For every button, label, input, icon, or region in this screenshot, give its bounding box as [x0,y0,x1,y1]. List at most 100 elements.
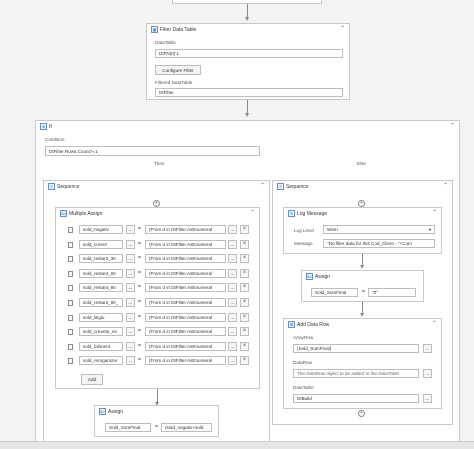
equals-sign: = [155,424,158,430]
assign-value-input[interactable]: (From d in DtFilter.AsEnumeral [145,225,226,234]
assign-to-more-button[interactable]: ... [126,240,135,249]
assign-value-input[interactable]: (From d in DtFilter.AsEnumeral [145,283,226,292]
row-grip-icon[interactable] [68,227,73,233]
row-grip-icon[interactable] [68,285,73,291]
assign-row: sold_reorganizar... = (From d in DtFilter.… [56,356,261,366]
assign-to-input[interactable]: sold_restant_90_ [79,298,123,307]
assign-value-input[interactable]: (From d in DtFilter.AsEnumeral [145,240,226,249]
assign-to-more-button[interactable]: ... [126,342,135,351]
datarow-input[interactable]: The DataRow object to be added to the Da… [293,369,419,378]
assign-to-more-button[interactable]: ... [126,298,135,307]
collapse-chevron-icon[interactable]: ⌃ [340,26,345,32]
assign-to-more-button[interactable]: ... [126,283,135,292]
horizontal-scrollbar[interactable] [0,441,474,449]
assign-value-input[interactable]: (From d in DtFilter.AsEnumeral [145,269,226,278]
assign-value-input[interactable]: (From d in DtFilter.AsEnumeral [145,327,226,336]
row-grip-icon[interactable] [68,242,73,248]
row-grip-icon[interactable] [68,344,73,350]
assign-value-more-button[interactable]: ... [228,298,237,307]
assign-to-more-button[interactable]: ... [126,356,135,365]
filter-data-table-activity[interactable]: ▦ Filter Data Table ⌃ DataTable DtFN(0)'… [146,23,350,100]
delete-row-icon[interactable]: × [240,356,249,365]
delete-row-icon[interactable]: × [240,254,249,263]
add-activity-icon[interactable]: + [358,410,365,417]
collapse-chevron-icon[interactable]: ⌃ [450,123,455,129]
assign-to-more-button[interactable]: ... [126,254,135,263]
add-row-button[interactable]: Add [81,374,103,385]
collapse-chevron-icon[interactable]: ⌃ [443,183,448,189]
then-assign-to[interactable]: Sold_SumFinal [105,423,151,432]
assign-to-input[interactable]: sold_reorganizar [79,356,123,365]
multiple-assign-activity[interactable]: A= Multiple Assign ⌃ sold_negativ... = (Fr… [55,207,260,389]
assign-to-input[interactable]: sold_litigiu [79,313,123,322]
log-level-select[interactable]: Warn ▼ [323,225,435,234]
assign-to-input[interactable]: sold_restant_90 [79,283,123,292]
sequence-icon: ≡ [48,183,55,190]
arrayrow-input[interactable]: {Sold_SumFinal} [293,344,419,353]
assign-value-more-button[interactable]: ... [228,225,237,234]
assign-to-input[interactable]: sold_negativ [79,225,123,234]
assign-to-more-button[interactable]: ... [126,269,135,278]
else-assign-value[interactable]: "0" [368,288,416,297]
log-message-activity[interactable]: ✎ Log Message ⌃ Log Level Warn ▼ Message… [283,207,442,254]
delete-row-icon[interactable]: × [240,342,249,351]
assign-to-more-button[interactable]: ... [126,313,135,322]
datatable-more-button[interactable]: … [423,394,432,403]
delete-row-icon[interactable]: × [240,327,249,336]
collapse-chevron-icon[interactable]: ⌃ [432,321,437,327]
assign-to-input[interactable]: sold_faliment [79,342,123,351]
assign-to-more-button[interactable]: ... [126,327,135,336]
datatable-input[interactable]: DtFN(0)'1 [155,49,343,58]
else-assign-activity[interactable]: A= Assign Sold_SumFinal = "0" [301,270,424,302]
delete-row-icon[interactable]: × [240,283,249,292]
assign-value-more-button[interactable]: ... [228,240,237,249]
datatable-input[interactable]: DtBuild [293,394,419,403]
else-assign-to[interactable]: Sold_SumFinal [311,288,358,297]
row-grip-icon[interactable] [68,256,73,262]
assign-value-more-button[interactable]: ... [228,327,237,336]
assign-value-more-button[interactable]: ... [228,254,237,263]
then-assign-activity[interactable]: A= Assign Sold_SumFinal = (sold_negativ+… [94,405,219,437]
datarow-more-button[interactable]: … [423,369,432,378]
assign-to-input[interactable]: sold_curent [79,240,123,249]
delete-row-icon[interactable]: × [240,225,249,234]
assign-value-more-button[interactable]: ... [228,313,237,322]
assign-value-more-button[interactable]: ... [228,283,237,292]
filtered-datatable-input[interactable]: DtFilter [155,88,343,97]
message-input[interactable]: "No filter data for this Cod_Client - "+… [323,239,435,248]
collapse-chevron-icon[interactable]: ⌃ [432,210,437,216]
delete-row-icon[interactable]: × [240,298,249,307]
condition-input[interactable]: DtFilter.Rows.Count>=1 [45,146,260,156]
row-grip-icon[interactable] [68,315,73,321]
delete-row-icon[interactable]: × [240,269,249,278]
row-grip-icon[interactable] [68,300,73,306]
assign-value-more-button[interactable]: ... [228,342,237,351]
assign-value-input[interactable]: (From d in DtFilter.AsEnumeral [145,356,226,365]
assign-to-input[interactable]: sold_restant_30 [79,254,123,263]
assign-value-input[interactable]: (From d in DtFilter.AsEnumeral [145,342,226,351]
delete-row-icon[interactable]: × [240,240,249,249]
configure-filter-button[interactable]: Configure Filter [155,65,201,75]
row-grip-icon[interactable] [68,358,73,364]
collapse-chevron-icon[interactable]: ⌃ [250,210,255,216]
delete-row-icon[interactable]: × [240,313,249,322]
assign-value-more-button[interactable]: ... [228,269,237,278]
arrayrow-more-button[interactable]: … [423,344,432,353]
add-data-row-activity[interactable]: ⊞ Add Data Row ⌃ ArrayRow {Sold_SumFinal… [283,318,442,409]
assign-value-more-button[interactable]: ... [228,356,237,365]
row-grip-icon[interactable] [68,329,73,335]
assign-to-input[interactable]: sold_restant_60 [79,269,123,278]
assign-value-input[interactable]: (From d in DtFilter.AsEnumeral [145,254,226,263]
multiple-assign-title: Multiple Assign [69,210,103,217]
row-grip-icon[interactable] [68,271,73,277]
add-activity-icon[interactable]: + [153,200,160,207]
assign-value-input[interactable]: (From d in DtFilter.AsEnumeral [145,298,226,307]
equals-sign: = [362,289,365,295]
assign-to-input[interactable]: sold_creante_ne [79,327,123,336]
add-activity-icon[interactable]: + [358,200,365,207]
then-assign-value[interactable]: (sold_negativ+sold [161,423,212,432]
collapse-chevron-icon[interactable]: ⌃ [260,183,265,189]
assign-value-input[interactable]: (From d in DtFilter.AsEnumeral [145,313,226,322]
assign-to-more-button[interactable]: ... [126,225,135,234]
filter-data-table-title: Filter Data Table [160,26,197,33]
